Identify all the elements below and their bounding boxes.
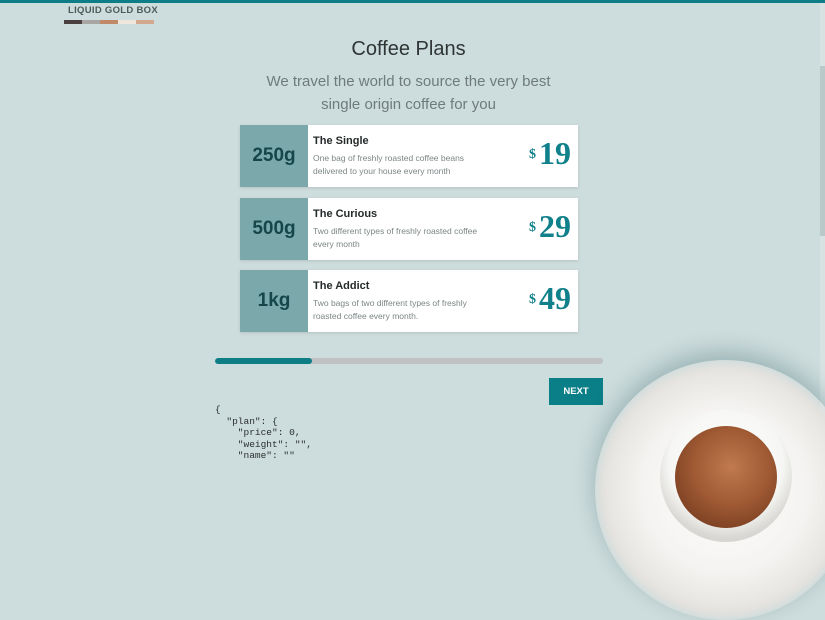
plan-weight: 500g [240,198,308,260]
plan-description-line: Two bags of two different types of fresh… [313,298,467,308]
page-subtitle: We travel the world to source the very b… [0,70,817,116]
plan-description-line: Two different types of freshly roasted c… [313,226,478,236]
swatch [100,20,118,24]
coffee-surface-image [675,426,777,528]
plan-info: The Curious Two different types of fresh… [308,198,503,260]
plan-description-line: every month [313,239,360,249]
plan-weight: 1kg [240,270,308,332]
plan-description: Two different types of freshly roasted c… [313,225,503,251]
code-line: "name": "" [215,450,295,461]
swatch [82,20,100,24]
brand-logo[interactable]: LIQUID GOLD BOX [68,5,158,16]
plan-card-single[interactable]: 250g The Single One bag of freshly roast… [240,125,578,187]
code-line: "price": 0, [215,427,301,438]
price-amount: 29 [539,208,571,244]
plan-price: $ 19 [529,135,571,171]
code-line: "plan": { [215,415,278,427]
code-line: "weight": "", [215,438,312,450]
plan-name: The Addict [313,280,370,292]
plan-info: The Addict Two bags of two different typ… [308,270,503,332]
price-amount: 19 [539,135,571,171]
price-amount: 49 [539,280,571,316]
subtitle-line: single origin coffee for you [321,96,496,113]
next-button[interactable]: NEXT [549,378,603,405]
plan-price: $ 49 [529,280,571,316]
plan-name: The Curious [313,208,378,220]
plan-description: One bag of freshly roasted coffee beans … [313,152,503,178]
currency-symbol: $ [529,147,536,162]
step-progress-bar [215,358,603,364]
brand-color-swatches [64,20,154,24]
plan-card-curious[interactable]: 500g The Curious Two different types of … [240,198,578,260]
plan-name: The Single [313,135,369,147]
top-accent-bar [0,0,825,3]
json-debug-output: { "plan": { "price": 0, "weight": "", "n… [215,404,312,462]
plan-description-line: roasted coffee every month. [313,311,419,321]
plan-info: The Single One bag of freshly roasted co… [308,125,503,187]
plan-description-line: delivered to your house every month [313,166,451,176]
code-line: { [215,404,221,415]
currency-symbol: $ [529,292,536,307]
currency-symbol: $ [529,220,536,235]
scrollbar-thumb[interactable] [820,66,825,236]
progress-fill [215,358,312,364]
plan-description: Two bags of two different types of fresh… [313,297,503,323]
subtitle-line: We travel the world to source the very b… [266,73,551,90]
plan-card-addict[interactable]: 1kg The Addict Two bags of two different… [240,270,578,332]
plan-price: $ 29 [529,208,571,244]
swatch [118,20,136,24]
plan-weight: 250g [240,125,308,187]
swatch [136,20,154,24]
swatch [64,20,82,24]
page-title: Coffee Plans [351,38,466,60]
plan-description-line: One bag of freshly roasted coffee beans [313,153,465,163]
